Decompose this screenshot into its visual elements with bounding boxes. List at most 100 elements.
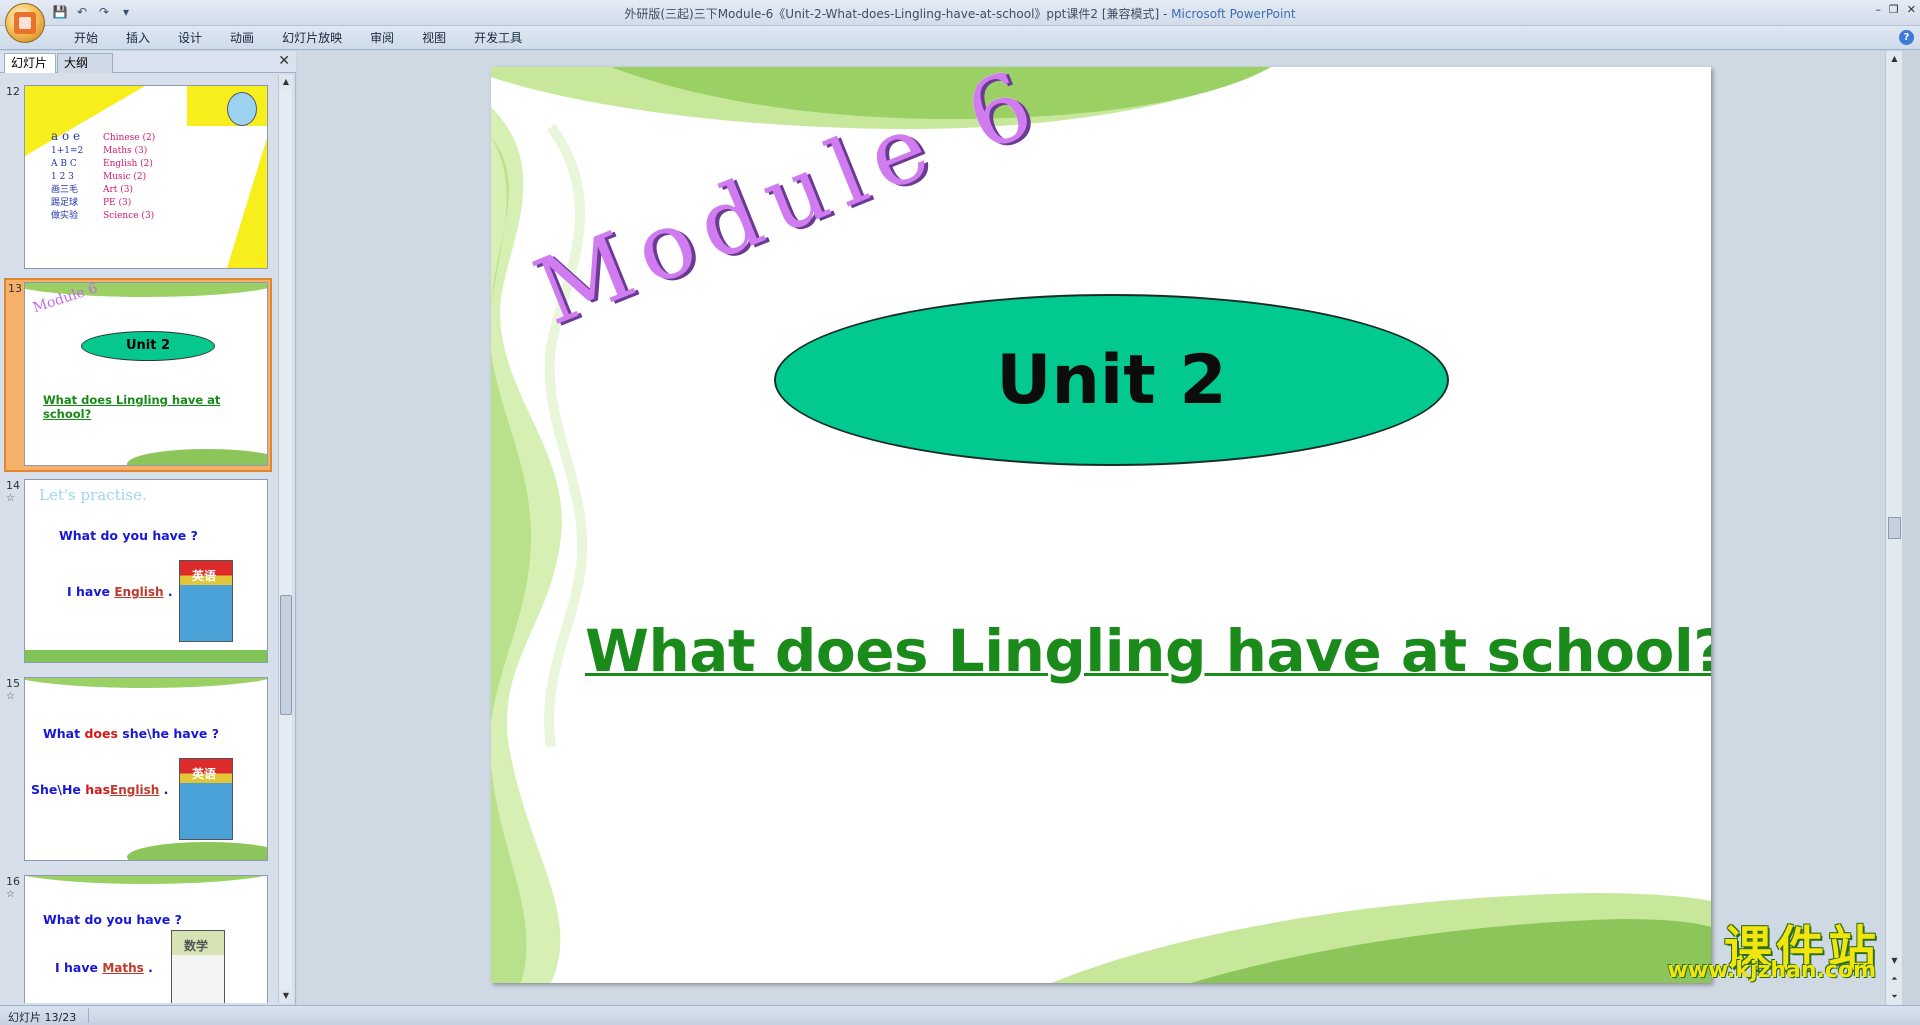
panel-scrollbar[interactable]: ▲ ▼ (278, 75, 293, 1003)
watermark-url: www.kjzhan.com (1667, 958, 1876, 983)
slide-thumbnail-12[interactable]: a o e Chinese (2) 1+1=2 Maths (3) A B C Eng… (24, 85, 268, 269)
unit-label: Unit 2 (996, 340, 1227, 420)
tab-animations[interactable]: 动画 (216, 30, 268, 46)
thumbnail-row-14[interactable]: 14 ☆ Let's practise. What do you have ? … (0, 477, 276, 667)
green-wave-shape (25, 678, 267, 688)
panel-close-icon[interactable]: ✕ (278, 53, 290, 69)
answer-prefix: I have (67, 584, 115, 599)
tab-view[interactable]: 视图 (408, 30, 460, 46)
book-image: 英语 (179, 560, 233, 642)
current-slide[interactable]: Module 6 Unit 2 What does Lingling have … (491, 67, 1711, 983)
slide-number: 15 (6, 677, 20, 690)
app-name: Microsoft PowerPoint (1171, 7, 1296, 21)
subject-row: 1+1=2 Maths (3) (51, 145, 155, 158)
answer-prefix: I have (55, 960, 103, 975)
status-bar: 幻灯片 13/23 (0, 1005, 1920, 1025)
office-button[interactable] (5, 3, 45, 43)
minimize-button[interactable]: – (1875, 3, 1881, 16)
ribbon-tabs: 开始 插入 设计 动画 幻灯片放映 审阅 视图 开发工具 (60, 30, 536, 46)
green-wave-shape (25, 876, 267, 884)
restore-button[interactable]: ❐ (1889, 3, 1899, 16)
tab-slideshow[interactable]: 幻灯片放映 (268, 30, 356, 46)
mini-answer: I have English . (67, 584, 173, 599)
subject-key: A B C (51, 159, 77, 169)
mini-question: What do you have ? (43, 912, 182, 927)
slide-number: 16 (6, 875, 20, 888)
mini-unit-oval: Unit 2 (81, 331, 215, 361)
subject-key: 1 2 3 (51, 172, 74, 182)
subject-row: 1 2 3 Music (2) (51, 171, 155, 184)
scroll-up-icon[interactable]: ▲ (279, 75, 293, 89)
slide-question[interactable]: What does Lingling have at school? (585, 617, 1711, 685)
animation-star-icon: ☆ (6, 889, 15, 900)
slide-indicator: 幻灯片 13/23 (8, 1011, 77, 1024)
subject-key: 踢足球 (51, 198, 79, 208)
close-button[interactable]: ✕ (1907, 3, 1916, 16)
watermark: 课件站 www.kjzhan.com (1646, 909, 1880, 983)
subject-value: English (2) (103, 159, 153, 169)
editor-scrollbar[interactable]: ▲ ▼ ⏶ ⏷ (1885, 51, 1902, 1005)
subject-key: 做实验 (51, 211, 79, 221)
subject-value: Chinese (2) (103, 133, 156, 143)
answer-suffix: . (143, 960, 153, 975)
subject-row: A B C English (2) (51, 158, 155, 171)
slide-thumbnail-16[interactable]: What do you have ? I have Maths . 数学 (24, 875, 268, 1003)
question-part: What (43, 726, 85, 741)
mini-question: What does she\he have ? (43, 726, 219, 741)
slide-thumbnail-13[interactable]: Module 6 Unit 2 What does Lingling have … (24, 282, 268, 466)
answer-blank: English (110, 783, 160, 797)
help-icon[interactable]: ? (1899, 30, 1914, 45)
answer-blank: Maths (102, 961, 144, 975)
animation-star-icon: ☆ (6, 691, 15, 702)
tab-slides[interactable]: 幻灯片 (4, 53, 56, 73)
subject-value: PE (3) (103, 198, 132, 208)
tab-insert[interactable]: 插入 (112, 30, 164, 46)
question-part: she\he have ? (117, 726, 219, 741)
next-slide-icon[interactable]: ⏷ (1886, 989, 1903, 1005)
scroll-thumb[interactable] (1888, 517, 1901, 539)
subject-value: Science (3) (103, 211, 155, 221)
scroll-up-icon[interactable]: ▲ (1886, 51, 1903, 67)
subject-key: 1+1=2 (51, 146, 84, 156)
book-title: 英语 (192, 569, 217, 583)
book-title: 英语 (192, 767, 217, 781)
tab-design[interactable]: 设计 (164, 30, 216, 46)
answer-prefix: She\He (31, 782, 86, 797)
tab-review[interactable]: 审阅 (356, 30, 408, 46)
tab-outline[interactable]: 大纲 (57, 53, 113, 73)
subject-value: Music (2) (103, 172, 147, 182)
subject-row: 做实验 Science (3) (51, 210, 155, 223)
unit-oval[interactable]: Unit 2 (774, 294, 1449, 466)
thumbnail-row-16[interactable]: 16 ☆ What do you have ? I have Maths . 数… (0, 873, 276, 1003)
green-wave-shape (127, 842, 267, 860)
mini-question: What do you have ? (59, 528, 198, 543)
subject-key: a o e (51, 129, 81, 143)
mini-answer: She\He hasEnglish . (31, 782, 168, 797)
book-image: 英语 (179, 758, 233, 840)
scroll-thumb[interactable] (280, 595, 292, 715)
mini-answer: I have Maths . (55, 960, 153, 975)
subject-row: 画三毛 Art (3) (51, 184, 155, 197)
title-bar: 💾 ↶ ↷ ▾ 外研版(三起)三下Module-6《Unit-2-What-do… (0, 0, 1920, 43)
answer-verb: has (85, 782, 111, 797)
previous-slide-icon[interactable]: ⏶ (1886, 971, 1903, 987)
slide-thumbnail-15[interactable]: What does she\he have ? She\He hasEnglis… (24, 677, 268, 861)
subject-key: 画三毛 (51, 185, 79, 195)
green-wave-shape (127, 449, 267, 465)
yellow-corner-shape (227, 138, 267, 268)
thumbnail-row-13[interactable]: 13 Module 6 Unit 2 What does Lingling ha… (4, 278, 272, 472)
scroll-down-icon[interactable]: ▼ (279, 989, 293, 1003)
answer-blank: English (114, 585, 164, 599)
thumbnail-row-15[interactable]: 15 ☆ What does she\he have ? She\He hasE… (0, 675, 276, 865)
tab-developer[interactable]: 开发工具 (460, 30, 536, 46)
slide-thumbnail-14[interactable]: Let's practise. What do you have ? I hav… (24, 479, 268, 663)
document-title: 外研版(三起)三下Module-6《Unit-2-What-does-Lingl… (624, 7, 1172, 21)
animation-star-icon: ☆ (6, 493, 15, 504)
mascot-image (227, 92, 257, 126)
slide-editor: Module 6 Unit 2 What does Lingling have … (297, 51, 1902, 1005)
scroll-down-icon[interactable]: ▼ (1886, 953, 1903, 969)
thumbnail-row-12[interactable]: 12 a o e Chinese (2) 1+1=2 Maths (3) A B C… (0, 83, 276, 273)
tab-home[interactable]: 开始 (60, 30, 112, 46)
ribbon: 开始 插入 设计 动画 幻灯片放映 审阅 视图 开发工具 ? (0, 26, 1920, 50)
book-image: 数学 (171, 930, 225, 1003)
